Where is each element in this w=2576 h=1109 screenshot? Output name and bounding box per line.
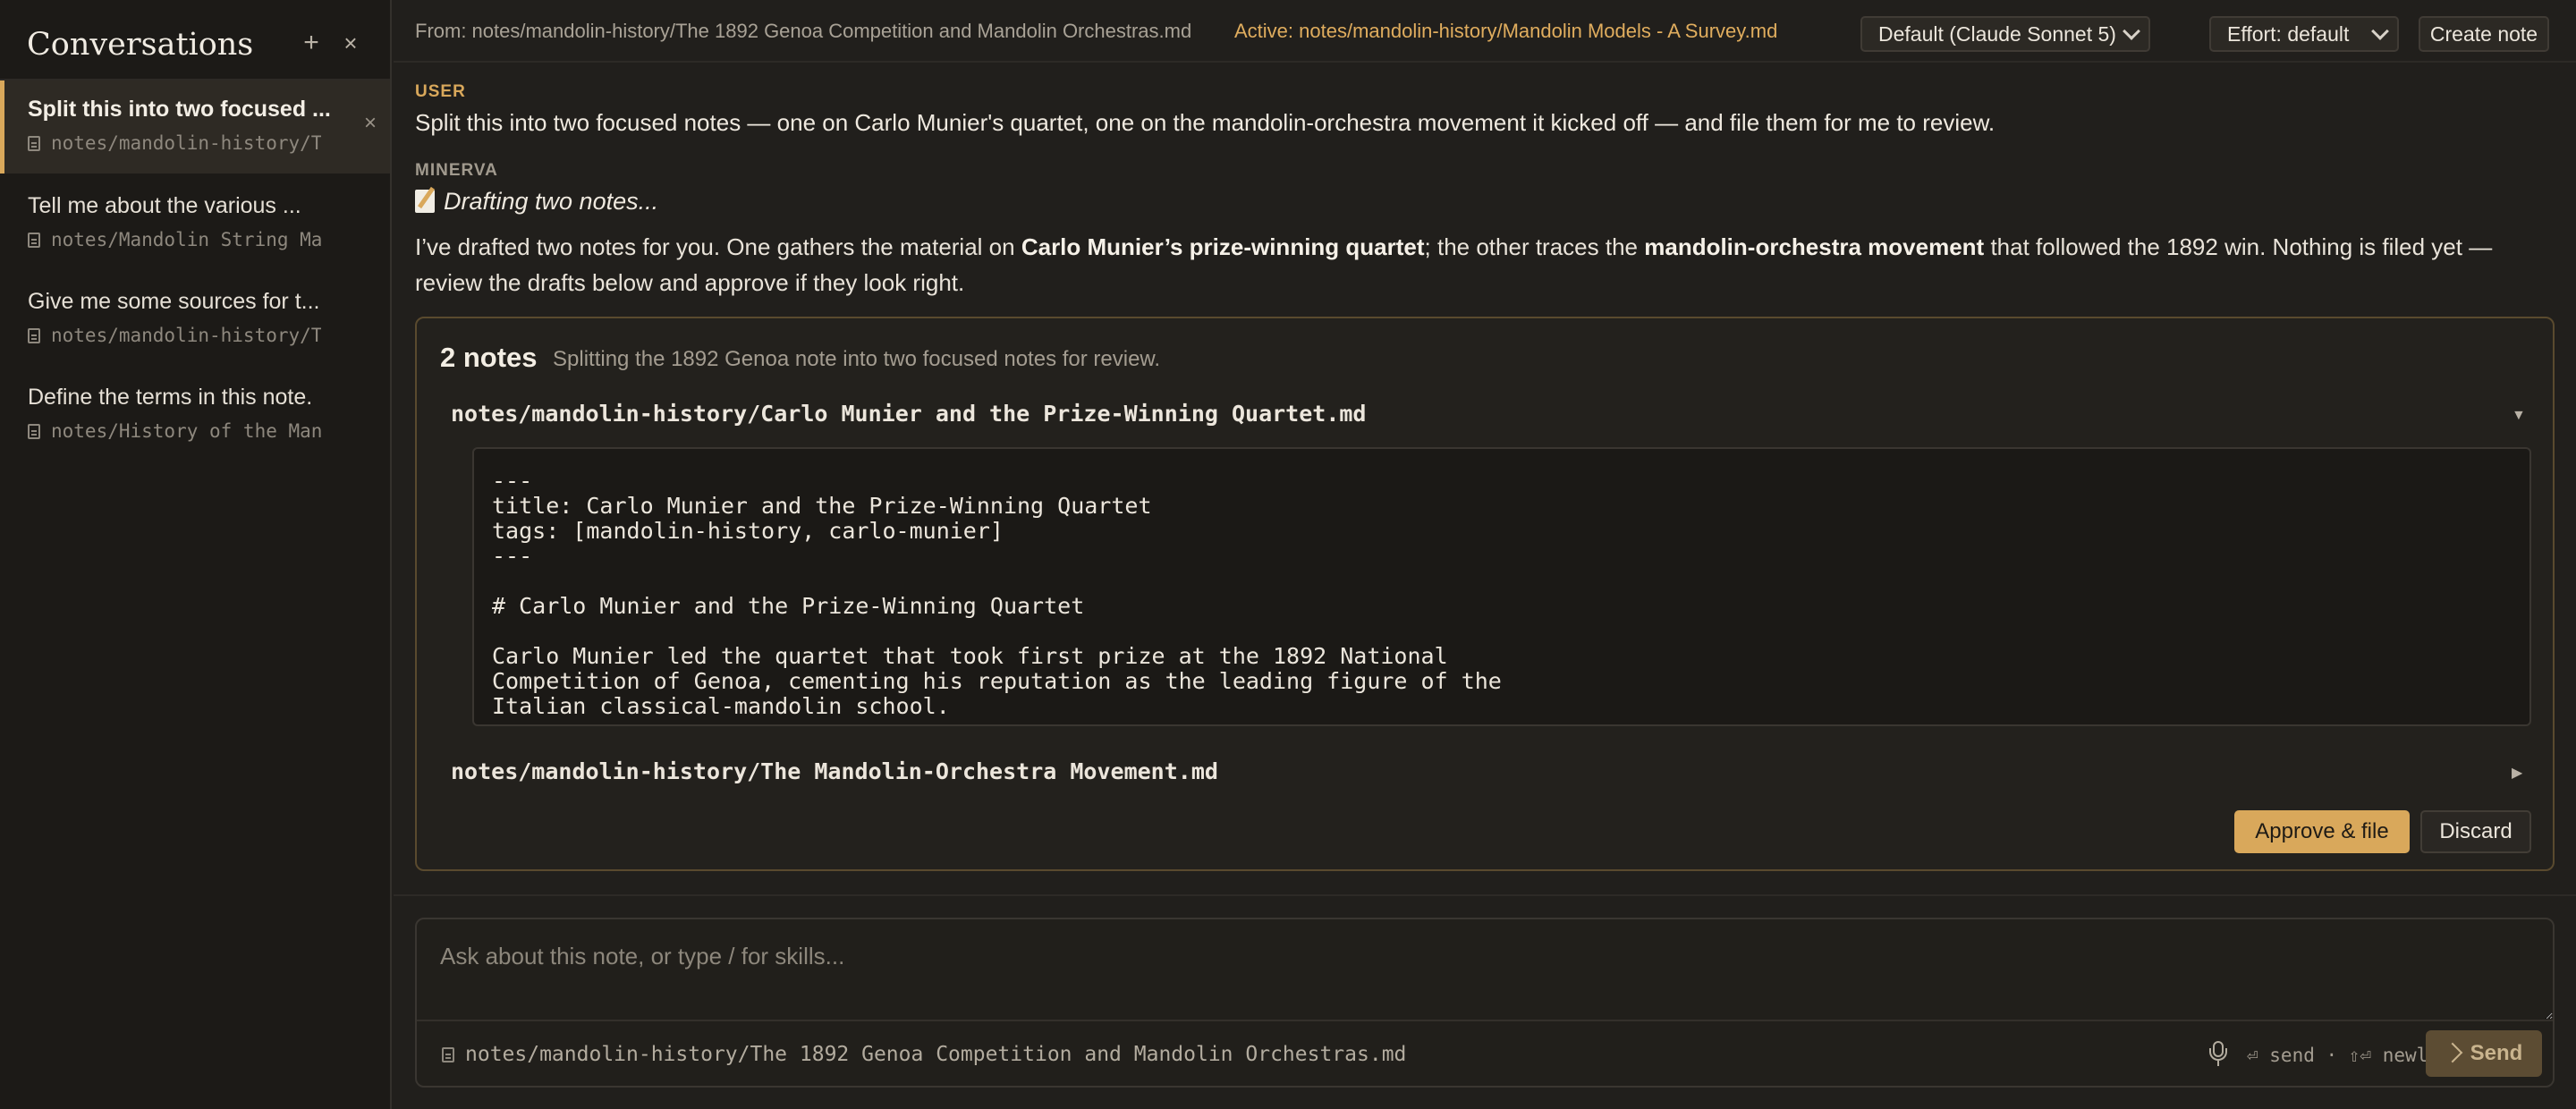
file-icon <box>442 1047 454 1062</box>
draft-notes-card: 2 notes Splitting the 1892 Genoa note in… <box>415 317 2555 871</box>
composer-footer: notes/mandolin-history/The 1892 Genoa Co… <box>417 1020 2553 1088</box>
context-note-path: notes/mandolin-history/The 1892 Genoa Co… <box>442 1043 1406 1066</box>
sidebar-header: Conversations + × <box>0 0 390 80</box>
approve-and-file-button[interactable]: Approve & file <box>2234 810 2410 853</box>
effort-select-value: Effort: default <box>2227 22 2350 46</box>
close-icon[interactable]: × <box>338 30 363 55</box>
user-role-label: USER <box>415 82 466 101</box>
file-icon <box>28 136 40 151</box>
send-button[interactable]: Send <box>2426 1030 2542 1077</box>
microphone-icon[interactable] <box>2206 1039 2231 1068</box>
send-icon <box>2442 1042 2462 1063</box>
create-note-button[interactable]: Create note <box>2419 16 2549 52</box>
notes-count: 2 notes <box>440 342 538 373</box>
conversation-item[interactable]: Split this into two focused ... notes/ma… <box>0 80 390 174</box>
conversation-item[interactable]: Give me some sources for t... notes/mand… <box>0 273 390 366</box>
caret-down-icon[interactable]: ▼ <box>2512 408 2526 424</box>
conversation-item[interactable]: Tell me about the various ... notes/Mand… <box>0 177 390 270</box>
chevron-down-icon <box>2371 22 2389 40</box>
assistant-role-label: MINERVA <box>415 161 498 180</box>
user-message: Split this into two focused notes — one … <box>415 109 1996 136</box>
conversation-note-path: notes/Mandolin String Ma <box>28 229 321 250</box>
conversation-note-path: notes/mandolin-history/T <box>28 132 321 154</box>
message-composer: notes/mandolin-history/The 1892 Genoa Co… <box>415 918 2555 1088</box>
discard-button[interactable]: Discard <box>2420 810 2531 853</box>
file-icon <box>28 424 40 439</box>
draft-note-content: --- title: Carlo Munier and the Prize-Wi… <box>472 447 2531 726</box>
conversation-title: Define the terms in this note. <box>28 385 313 410</box>
draft-note-header[interactable]: notes/mandolin-history/The Mandolin-Orch… <box>451 758 1218 784</box>
divider <box>394 894 2576 896</box>
caret-right-icon[interactable]: ▶ <box>2512 764 2522 782</box>
source-note-path: From: notes/mandolin-history/The 1892 Ge… <box>415 20 1192 42</box>
notes-description: Splitting the 1892 Genoa note into two f… <box>553 347 1161 371</box>
chat-topbar: From: notes/mandolin-history/The 1892 Ge… <box>394 0 2576 63</box>
plus-icon[interactable]: + <box>299 30 324 56</box>
conversations-sidebar: Conversations + × Split this into two fo… <box>0 0 392 1109</box>
memo-icon <box>415 190 435 213</box>
file-icon <box>28 233 40 248</box>
conversation-title: Give me some sources for t... <box>28 289 320 314</box>
sidebar-title: Conversations <box>27 27 254 63</box>
conversation-title: Split this into two focused ... <box>28 97 331 122</box>
model-select[interactable]: Default (Claude Sonnet 5) <box>1860 16 2150 52</box>
model-select-value: Default (Claude Sonnet 5) <box>1878 22 2116 46</box>
active-note-path[interactable]: Active: notes/mandolin-history/Mandolin … <box>1234 20 1777 43</box>
conversation-title: Tell me about the various ... <box>28 193 301 218</box>
effort-select[interactable]: Effort: default <box>2209 16 2399 52</box>
message-input[interactable] <box>419 921 2553 1020</box>
assistant-status: Drafting two notes... <box>415 188 658 216</box>
draft-note-header[interactable]: notes/mandolin-history/Carlo Munier and … <box>451 401 1367 427</box>
conversation-note-path: notes/History of the Man <box>28 420 321 442</box>
assistant-reply: I’ve drafted two notes for you. One gath… <box>415 233 2493 296</box>
close-icon[interactable]: × <box>364 111 377 136</box>
conversation-note-path: notes/mandolin-history/T <box>28 325 321 346</box>
conversation-item[interactable]: Define the terms in this note. notes/His… <box>0 368 390 461</box>
chevron-down-icon <box>2123 22 2140 40</box>
file-icon <box>28 328 40 343</box>
